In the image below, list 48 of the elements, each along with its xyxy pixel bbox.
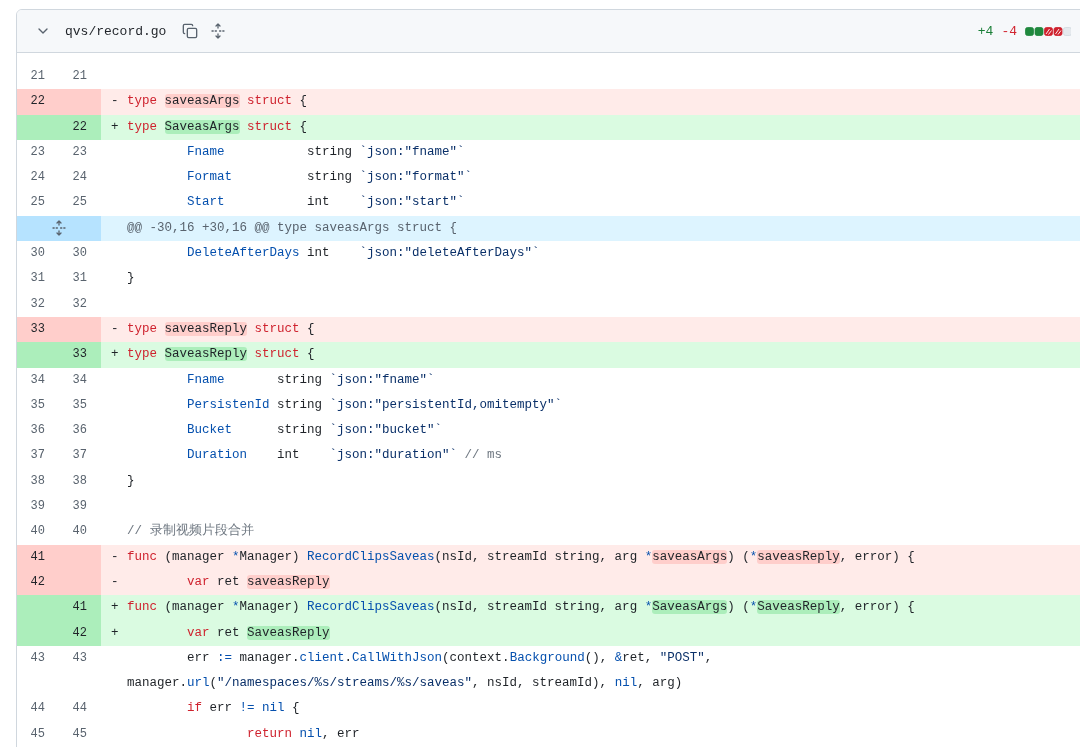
additions-count: +4 (977, 23, 994, 39)
gutter-cell (17, 114, 59, 140)
diff-marker: + (111, 118, 120, 136)
deletions-count: -4 (1001, 23, 1017, 39)
code-line: return nil, err (246, 725, 361, 743)
file-name: qvs/record.go (65, 23, 167, 39)
code-line: } (127, 472, 136, 490)
code-line: type saveasArgs struct { (127, 93, 309, 111)
code-line: type saveasReply struct { (127, 320, 316, 338)
code-line: Format string `json:"format"` (186, 169, 474, 187)
code-line: type SaveasReply struct { (127, 346, 316, 364)
code-line: Duration int `json:"duration"` // ms (186, 447, 504, 465)
line-number: 33 (17, 316, 59, 343)
code-line: if err != nil { (186, 700, 301, 718)
line-number: 22 (17, 89, 59, 115)
line-number: 22 (59, 114, 101, 140)
gutter-cell (59, 316, 101, 343)
code-line: func (manager *Manager) RecordClipsSaveas(nsId, streamId string, arg *saveasArgs) (*saveasReply, error) { (127, 548, 916, 566)
code-line: Start int `json:"start"` (186, 194, 466, 212)
code-line: func (manager *Manager) RecordClipsSaveas(nsId, streamId string, arg *SaveasArgs) (*SaveasReply, error) { (127, 599, 916, 617)
code-line: DeleteAfterDays int `json:"deleteAfterDays"` (186, 245, 541, 263)
code-line: err := manager.client.CallWithJson(context.Background(), &ret, "POST", manager.url("/namespaces/%s/streams/%s/saveas", nsId, streamId), nil, arg) (127, 649, 714, 693)
diffstat-drawing (1025, 26, 1071, 36)
code-line: Fname string `json:"fname"` (186, 143, 466, 161)
diff-marker: - (111, 573, 120, 591)
hunk-header: @@ -30,16 +30,16 @@ type saveasArgs struct { (127, 219, 459, 237)
code-line: Fname string `json:"fname"` (186, 371, 436, 389)
code-comment: // 录制视频片段合并 (127, 522, 255, 541)
line-number: 41 (17, 544, 59, 570)
line-number: 42 (59, 620, 101, 646)
code-line: PersistenId string `json:"persistentId,omitempty"` (186, 396, 564, 414)
diff-marker: - (111, 93, 120, 111)
gutter-cell (17, 342, 59, 368)
move-icon (210, 23, 227, 39)
code-line: var ret SaveasReply (186, 624, 331, 642)
line-number: 41 (59, 595, 101, 621)
gutter-cell (59, 89, 101, 115)
diff-marker: + (111, 624, 120, 642)
line-number: 33 (59, 342, 101, 368)
diff-marker: - (111, 548, 120, 566)
diff-marker: - (111, 320, 120, 338)
code-line: } (127, 270, 136, 288)
line-number: 42 (17, 569, 59, 596)
diff-marker: + (111, 599, 120, 617)
code-line: Bucket string `json:"bucket"` (186, 422, 444, 440)
diff-marker: + (111, 346, 120, 364)
code-line: type SaveasArgs struct { (127, 118, 309, 136)
code-line: var ret saveasReply (186, 573, 331, 591)
